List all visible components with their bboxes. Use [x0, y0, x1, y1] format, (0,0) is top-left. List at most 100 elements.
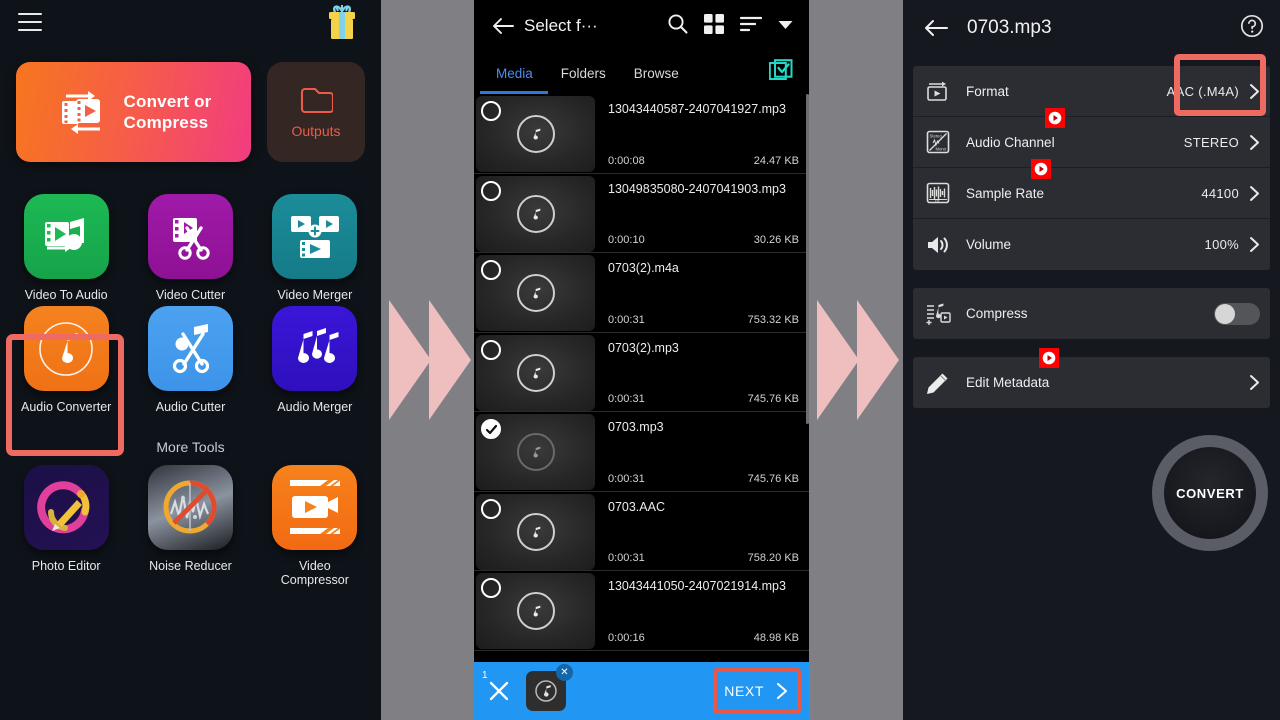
tool-audio-cutter[interactable]: Audio Cutter [140, 306, 240, 414]
file-row[interactable]: 0703(2).m4a 0:00:31 753.32 KB [474, 253, 809, 333]
sort-icon[interactable] [739, 16, 763, 37]
file-list[interactable]: 13043440587-2407041927.mp3 0:00:08 24.47 K… [474, 94, 809, 720]
file-checkbox[interactable] [481, 260, 501, 280]
convert-video-icon [61, 91, 100, 134]
music-note-icon [535, 680, 557, 702]
primary-actions-row: Convert or Compress Outputs [16, 62, 365, 162]
gift-box-icon[interactable] [323, 2, 361, 44]
back-arrow-icon[interactable] [919, 11, 953, 45]
file-thumbnail [476, 175, 595, 252]
file-row[interactable]: 0703.AAC 0:00:31 758.20 KB [474, 491, 809, 571]
file-duration: 0:00:31 [608, 393, 645, 405]
file-name: 0703.mp3 [608, 420, 664, 434]
chevron-down-icon[interactable] [778, 17, 793, 35]
tab-media[interactable]: Media [482, 66, 547, 81]
file-checkbox[interactable] [481, 339, 501, 360]
select-all-checkbox-icon[interactable] [768, 58, 793, 88]
outputs-card[interactable]: Outputs [267, 62, 365, 162]
svg-text:Hz: Hz [935, 199, 940, 203]
play-badge-icon [1031, 159, 1051, 179]
selected-file-chip[interactable]: ✕ [526, 664, 573, 711]
toggle-knob [1215, 303, 1235, 324]
setting-row-volume[interactable]: Volume 100% [913, 219, 1270, 270]
tab-folders[interactable]: Folders [547, 66, 620, 81]
convert-button[interactable]: CONVERT [1152, 435, 1268, 551]
file-thumbnail [476, 414, 595, 490]
play-badge-icon [1045, 108, 1065, 128]
music-note-icon [516, 512, 555, 551]
file-row[interactable]: 13049835080-2407041903.mp3 0:00:10 30.26 K… [474, 173, 809, 253]
tool-video-compressor[interactable]: Video Compressor [265, 464, 365, 588]
grid-view-icon[interactable] [704, 13, 724, 39]
file-checkbox[interactable] [481, 180, 501, 201]
tool-audio-converter[interactable]: Audio Converter [16, 306, 116, 414]
convert-card-line1: Convert or [123, 91, 212, 111]
setting-value-format: AAC (.M4A) [1166, 83, 1239, 99]
file-meta: 13049835080-2407041903.mp3 0:00:10 30.26 K… [595, 174, 809, 253]
file-thumbnail [476, 96, 595, 172]
convert-card-label: Convert or Compress [124, 91, 212, 134]
setting-label: Format [966, 83, 1009, 99]
search-icon[interactable] [667, 13, 688, 39]
file-picker-panel: Select f··· Media Folders Browse 1304344… [474, 0, 809, 720]
file-size: 758.20 KB [747, 552, 799, 564]
setting-row-format[interactable]: Format AAC (.M4A) [913, 54, 1270, 117]
sample-rate-icon: Hz [923, 180, 953, 206]
stereo-mono-icon: Stereo Mono [923, 129, 953, 155]
audio-converter-icon [23, 306, 109, 392]
format-video-icon [923, 79, 953, 103]
file-thumbnail [476, 493, 595, 570]
home-panel: Convert or Compress Outputs Video To Aud… [0, 0, 381, 720]
music-note-icon [516, 274, 555, 312]
video-merger-icon [272, 194, 358, 279]
tool-noise-reducer[interactable]: Noise Reducer [140, 464, 240, 588]
file-picker-actions [667, 13, 797, 39]
tool-video-merger[interactable]: Video Merger [265, 194, 365, 302]
back-arrow-icon[interactable] [486, 9, 520, 43]
audio-settings-group: Format AAC (.M4A) Stereo Mono Audio Chan… [913, 54, 1270, 270]
tool-photo-editor[interactable]: Photo Editor [16, 464, 116, 588]
tool-label: Audio Cutter [155, 400, 226, 415]
file-duration: 0:00:16 [608, 631, 645, 644]
photo-editor-icon [23, 464, 109, 550]
setting-row-compress[interactable]: Compress [913, 288, 1270, 339]
file-duration: 0:00:31 [608, 313, 645, 326]
file-checkbox[interactable] [481, 498, 501, 519]
tool-video-to-audio[interactable]: Video To Audio [16, 194, 116, 302]
setting-row-sample-rate[interactable]: Hz Sample Rate 44100 [913, 159, 1270, 219]
file-row[interactable]: 0703(2).mp3 0:00:31 745.76 KB [474, 332, 809, 412]
noise-reducer-icon [147, 464, 233, 550]
file-name: 0703(2).m4a [608, 261, 679, 275]
next-button[interactable]: NEXT [710, 674, 799, 708]
chip-remove-x-icon[interactable]: ✕ [556, 664, 573, 681]
outputs-card-label: Outputs [291, 123, 341, 139]
setting-row-audio-channel[interactable]: Stereo Mono Audio Channel STEREO [913, 108, 1270, 168]
page-title: 0703.mp3 [967, 17, 1052, 38]
file-meta: 13043440587-2407041927.mp3 0:00:08 24.47 K… [595, 94, 809, 173]
file-size: 745.76 KB [747, 472, 799, 485]
file-checkbox-checked[interactable] [481, 419, 501, 439]
close-x-icon[interactable] [484, 676, 514, 706]
setting-row-edit-metadata[interactable]: Edit Metadata [913, 348, 1270, 408]
tool-label: Video Compressor [281, 559, 349, 588]
file-name: 0703(2).mp3 [608, 340, 679, 355]
flow-separator-right [809, 0, 903, 720]
tab-browse[interactable]: Browse [620, 66, 693, 81]
file-row[interactable]: 0703.mp3 0:00:31 745.76 KB [474, 412, 809, 492]
svg-text:Mono: Mono [936, 147, 947, 152]
hamburger-menu-icon[interactable] [18, 13, 42, 31]
convert-or-compress-card[interactable]: Convert or Compress [16, 62, 251, 162]
chevron-right-icon [1249, 134, 1260, 151]
file-checkbox[interactable] [481, 578, 501, 598]
double-chevron-arrow-icon [389, 300, 471, 420]
tool-video-cutter[interactable]: Video Cutter [140, 194, 240, 302]
file-row[interactable]: 13043440587-2407041927.mp3 0:00:08 24.47 K… [474, 94, 809, 174]
video-to-audio-icon [23, 194, 109, 279]
tool-audio-merger[interactable]: Audio Merger [265, 306, 365, 414]
help-circle-icon[interactable] [1240, 14, 1264, 43]
file-checkbox[interactable] [481, 101, 501, 121]
file-row[interactable]: 13043441050-2407021914.mp3 0:00:16 48.98 K… [474, 571, 809, 651]
setting-value-audio-channel: STEREO [1183, 134, 1239, 150]
file-duration: 0:00:31 [608, 472, 645, 485]
compress-toggle[interactable] [1214, 302, 1260, 325]
